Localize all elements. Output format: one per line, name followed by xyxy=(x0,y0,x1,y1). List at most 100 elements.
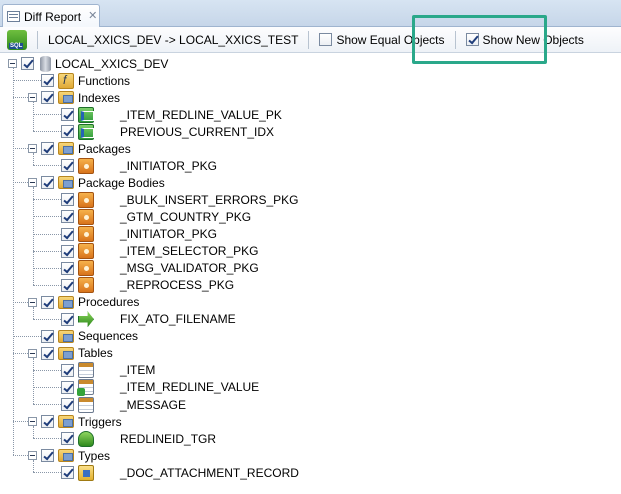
tree-item-checkbox[interactable] xyxy=(61,159,74,173)
tree-item-checkbox[interactable] xyxy=(61,125,74,139)
tree-connector xyxy=(13,182,28,184)
package-body-icon xyxy=(78,226,94,242)
collapse-icon[interactable] xyxy=(28,93,37,103)
tree-item-label: _INITIATOR_PKG xyxy=(120,227,217,241)
tree-item-checkbox[interactable] xyxy=(61,312,74,326)
tree-item-checkbox[interactable] xyxy=(41,295,54,309)
tree-item-checkbox[interactable] xyxy=(61,278,74,292)
indexes-folder-icon xyxy=(58,91,74,105)
tab-diff-report[interactable]: Diff Report ✕ xyxy=(2,4,100,28)
generate-sql-icon[interactable] xyxy=(7,29,27,50)
tree-item-checkbox[interactable] xyxy=(41,329,54,343)
tree-category-row[interactable]: Triggers xyxy=(28,413,122,430)
collapse-icon[interactable] xyxy=(28,417,37,427)
tree-item-label: Indexes xyxy=(78,90,121,105)
tree-item-checkbox[interactable] xyxy=(61,108,74,122)
tree-item-label: _BULK_INSERT_ERRORS_PKG xyxy=(120,192,299,207)
collapse-icon[interactable] xyxy=(28,297,37,307)
tree-item-checkbox[interactable] xyxy=(41,176,54,190)
show-equal-objects-checkbox[interactable]: Show Equal Objects xyxy=(319,33,445,47)
tree-object-row[interactable]: REDLINEID_TGR xyxy=(61,430,216,447)
tree-category-row[interactable]: Procedures xyxy=(28,294,139,311)
tree-item-label: FIX_ATO_FILENAME xyxy=(120,312,236,327)
collapse-icon[interactable] xyxy=(28,144,37,154)
tree-object-row[interactable]: _ITEM_REDLINE_VALUE_PK xyxy=(61,106,282,123)
tree-object-row[interactable]: _INITIATOR_PKG xyxy=(61,157,217,174)
tree-item-label: _MESSAGE xyxy=(120,397,187,412)
collapse-icon[interactable] xyxy=(28,178,37,188)
tree-category-row[interactable]: Indexes xyxy=(28,89,120,106)
tree-connector xyxy=(33,318,61,320)
tree-item-label: Package Bodies xyxy=(78,175,165,190)
tree-item-label: Procedures xyxy=(78,295,140,310)
tree-item-checkbox[interactable] xyxy=(41,346,54,360)
tree-connector xyxy=(33,250,61,252)
checkbox-box[interactable] xyxy=(319,33,333,46)
tree-object-row[interactable]: _BULK_INSERT_ERRORS_PKG xyxy=(61,191,299,208)
tree-object-row[interactable]: _INITIATOR_PKG xyxy=(61,226,217,243)
tree-item-checkbox[interactable] xyxy=(61,398,74,411)
tree-item-checkbox[interactable] xyxy=(61,227,74,241)
tree-object-row[interactable]: FIX_ATO_FILENAME xyxy=(61,311,236,328)
tree-item-checkbox[interactable] xyxy=(41,415,54,429)
tree-item-label: _REPROCESS_PKG xyxy=(120,278,235,293)
tree-category-row[interactable]: Sequences xyxy=(41,328,138,345)
tree-item-checkbox[interactable] xyxy=(61,193,74,207)
tree-connector xyxy=(33,216,61,218)
tree-item-checkbox[interactable] xyxy=(41,91,54,105)
tree-object-row[interactable]: _ITEM_SELECTOR_PKG xyxy=(61,243,259,260)
tree-connector xyxy=(33,114,61,116)
tree-connector xyxy=(33,369,61,371)
tree-connector xyxy=(33,404,61,405)
tree-category-row[interactable]: Types xyxy=(28,447,110,464)
tree-root-label: LOCAL_XXICS_DEV xyxy=(55,56,169,71)
tree-connector xyxy=(13,148,28,150)
tree-item-label: Types xyxy=(78,448,111,463)
tree-connector xyxy=(13,455,28,457)
tree-object-row[interactable]: _DOC_ATTACHMENT_RECORD xyxy=(61,464,299,481)
tree-item-checkbox[interactable] xyxy=(61,261,74,275)
tree-object-row[interactable]: _ITEM xyxy=(61,362,155,379)
table-new-icon xyxy=(77,379,94,397)
collapse-icon[interactable] xyxy=(8,59,17,68)
tree-category-row[interactable]: Package Bodies xyxy=(28,174,165,191)
tree-object-row[interactable]: _GTM_COUNTRY_PKG xyxy=(61,208,251,225)
tree-item-label: Packages xyxy=(78,141,131,156)
tree-object-row[interactable]: PREVIOUS_CURRENT_IDX xyxy=(61,123,274,140)
tree-item-label: REDLINEID_TGR xyxy=(120,431,217,446)
tree-connector xyxy=(33,131,61,133)
tree-guide-line xyxy=(33,426,34,439)
tree-category-row[interactable]: Packages xyxy=(28,140,131,157)
show-new-objects-checkbox[interactable]: Show New Objects xyxy=(465,33,584,47)
tree-item-checkbox[interactable] xyxy=(61,363,74,377)
tree-item-checkbox[interactable] xyxy=(61,244,74,258)
tree-item-checkbox[interactable] xyxy=(41,449,54,463)
tree-item-checkbox[interactable] xyxy=(61,432,74,446)
tree-object-row[interactable]: _MSG_VALIDATOR_PKG xyxy=(61,260,259,277)
close-icon[interactable]: ✕ xyxy=(88,11,97,22)
tree-category-row[interactable]: Functions xyxy=(41,72,130,89)
tree-item-checkbox[interactable] xyxy=(61,466,74,480)
tree-item-checkbox[interactable] xyxy=(61,380,74,394)
collapse-icon[interactable] xyxy=(28,451,37,461)
collapse-icon[interactable] xyxy=(28,348,37,358)
procedures-folder-icon xyxy=(58,295,74,309)
package-bodies-folder-icon xyxy=(58,176,74,190)
tree-item-checkbox[interactable] xyxy=(41,74,54,88)
tree-object-row[interactable]: _REPROCESS_PKG xyxy=(61,277,234,294)
tree-object-row[interactable]: _MESSAGE xyxy=(61,396,186,413)
tables-folder-icon xyxy=(58,346,74,360)
tree-guide-line xyxy=(33,187,34,285)
tree-item-label: _ITEM_REDLINE_VALUE_PK xyxy=(120,107,282,122)
tree-item-checkbox[interactable] xyxy=(61,210,74,224)
root-checkbox[interactable] xyxy=(21,57,34,70)
database-icon xyxy=(40,55,51,72)
tree-root[interactable]: LOCAL_XXICS_DEV xyxy=(8,55,168,72)
connection-text: LOCAL_XXICS_DEV -> LOCAL_XXICS_TEST xyxy=(48,32,299,47)
tree-category-row[interactable]: Tables xyxy=(28,345,113,362)
tree-object-row[interactable]: _ITEM_REDLINE_VALUE xyxy=(61,379,259,397)
index-icon xyxy=(78,123,94,140)
checkbox-box[interactable] xyxy=(465,33,479,46)
tree-item-checkbox[interactable] xyxy=(41,142,54,156)
types-folder-icon xyxy=(58,449,74,463)
